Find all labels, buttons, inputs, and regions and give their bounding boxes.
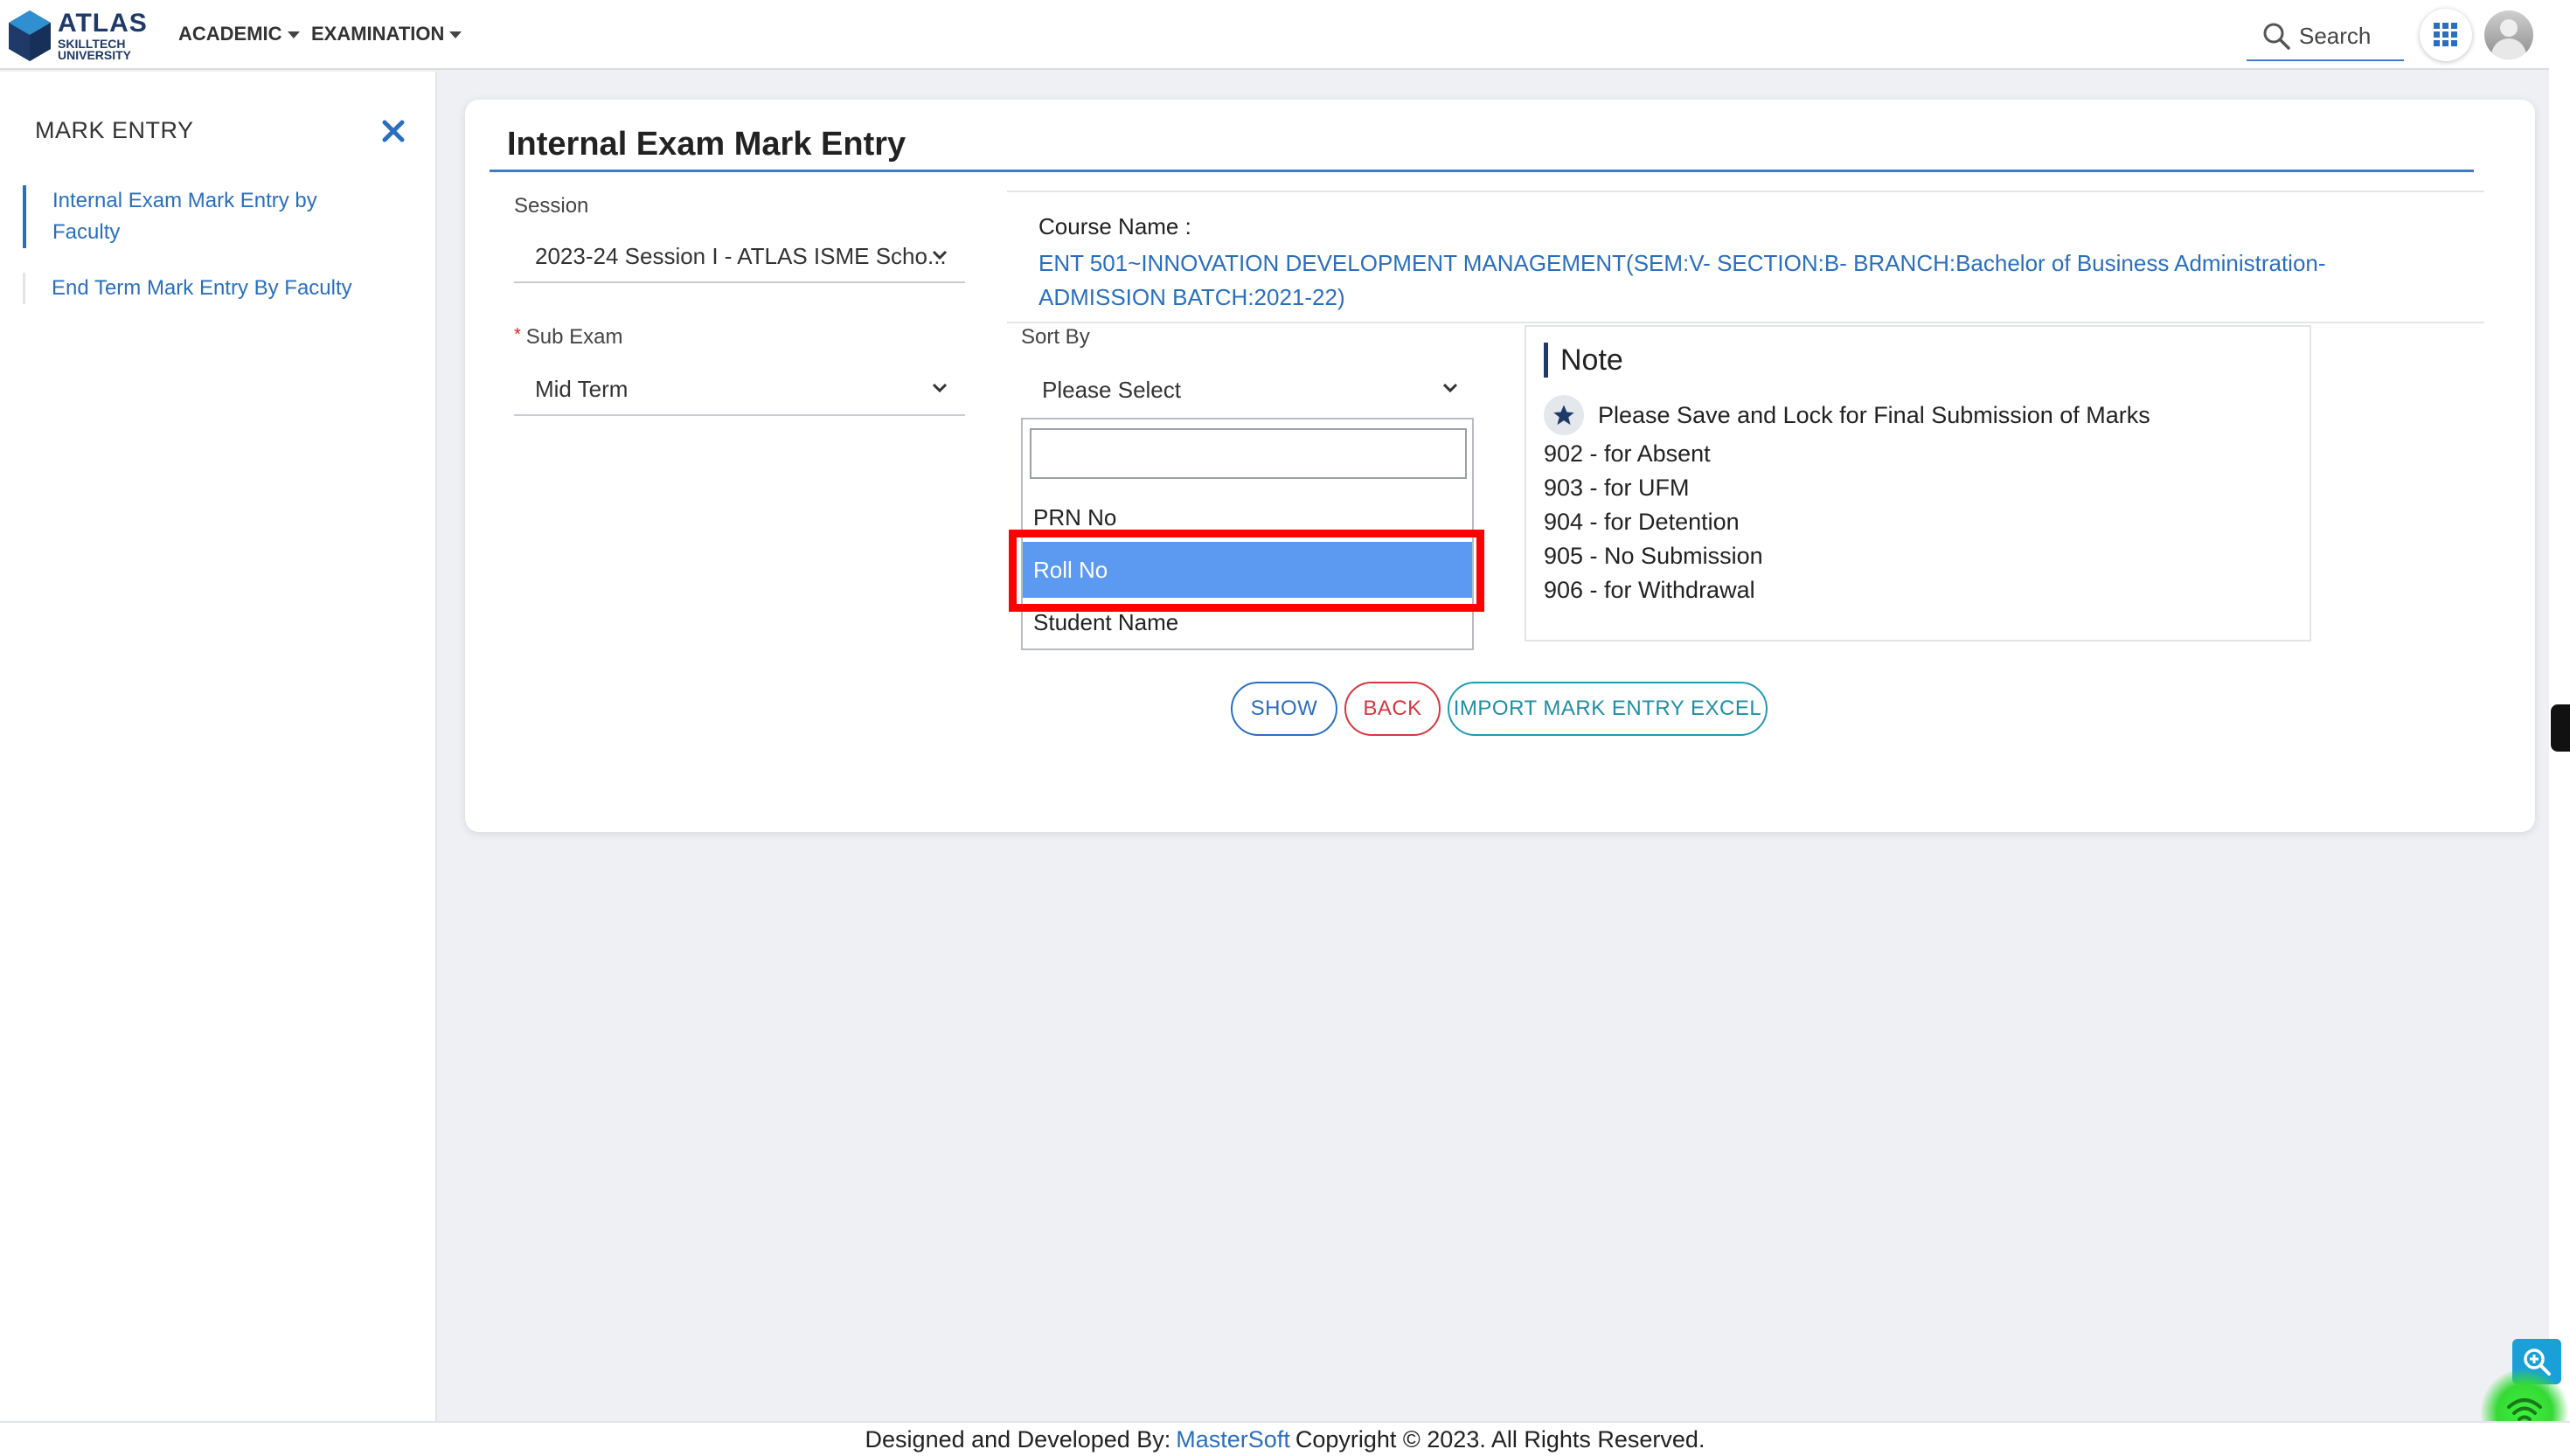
logo-subtitle-line2: UNIVERSITY xyxy=(58,48,132,62)
footer: Designed and Developed By: MasterSoft Co… xyxy=(0,1421,2570,1456)
mastersoft-link[interactable]: MasterSoft xyxy=(1176,1426,1290,1453)
note-line: 904 - for Detention xyxy=(1544,509,1740,535)
note-panel: Note Please Save and Lock for Final Subm… xyxy=(1525,325,2311,641)
apps-grid-icon xyxy=(2434,23,2457,46)
nav-academic-label: ACADEMIC xyxy=(178,23,282,45)
search-label: Search xyxy=(2299,22,2372,49)
search-icon xyxy=(2263,23,2290,50)
search-box[interactable]: Search xyxy=(2247,12,2404,61)
star-icon xyxy=(1553,405,1574,426)
mark-entry-card: Internal Exam Mark Entry Session 2023-24… xyxy=(465,100,2535,832)
chevron-down-icon xyxy=(932,250,948,260)
caret-down-icon xyxy=(287,31,300,38)
import-mark-entry-excel-button[interactable]: IMPORT MARK ENTRY EXCEL xyxy=(1448,682,1768,736)
caret-down-icon xyxy=(449,31,462,38)
course-label: Course Name : xyxy=(1038,213,1191,239)
sub-exam-label-text: Sub Exam xyxy=(525,325,623,349)
sidebar-item-end-term[interactable]: End Term Mark Entry By Faculty xyxy=(23,273,390,304)
course-info: Course Name : ENT 501~INNOVATION DEVELOP… xyxy=(1007,191,2484,323)
sidebar-item-label: Internal Exam Mark Entry by Faculty xyxy=(52,189,317,244)
session-select[interactable]: 2023-24 Session I - ATLAS ISME Scho... xyxy=(514,231,965,283)
chevron-down-icon xyxy=(1442,383,1458,393)
sub-exam-label: * Sub Exam xyxy=(514,325,623,350)
side-drawer-handle[interactable] xyxy=(2551,704,2570,752)
sub-exam-select[interactable]: Mid Term xyxy=(514,364,965,416)
course-name: ENT 501~INNOVATION DEVELOPMENT MANAGEMEN… xyxy=(1038,250,2326,310)
atlas-logo[interactable]: ATLAS SKILLTECH UNIVERSITY xyxy=(7,7,147,65)
sidebar-item-internal-exam[interactable]: Internal Exam Mark Entry by Faculty xyxy=(23,185,390,248)
user-avatar[interactable] xyxy=(2484,10,2533,59)
avatar-body xyxy=(2491,38,2526,59)
sort-by-select[interactable]: Please Select xyxy=(1021,364,1476,416)
required-mark: * xyxy=(514,325,521,344)
show-button[interactable]: SHOW xyxy=(1231,682,1337,736)
logo-title: ATLAS xyxy=(58,9,148,38)
page-title: Internal Exam Mark Entry xyxy=(507,126,906,163)
note-line: 906 - for Withdrawal xyxy=(1544,577,1755,603)
nav-examination-label: EXAMINATION xyxy=(311,23,445,45)
option-roll-no[interactable]: Roll No xyxy=(1023,542,1472,598)
sort-by-dropdown: PRN No Roll No Student Name xyxy=(1021,418,1474,650)
nav-examination[interactable]: EXAMINATION xyxy=(311,23,462,45)
session-value: 2023-24 Session I - ATLAS ISME Scho... xyxy=(535,242,947,269)
sort-by-label: Sort By xyxy=(1021,325,1090,349)
sort-by-value: Please Select xyxy=(1042,376,1181,403)
title-divider xyxy=(490,170,2474,172)
sub-exam-value: Mid Term xyxy=(535,375,629,402)
sidebar: MARK ENTRY Internal Exam Mark Entry by F… xyxy=(0,72,437,1421)
sidebar-title: MARK ENTRY xyxy=(35,117,194,143)
note-title: Note xyxy=(1544,343,1623,378)
apps-grid-button[interactable] xyxy=(2420,9,2472,61)
chevron-down-icon xyxy=(932,383,948,393)
sidebar-item-label: End Term Mark Entry By Faculty xyxy=(52,276,352,300)
option-prn-no[interactable]: PRN No xyxy=(1023,489,1472,545)
avatar-head xyxy=(2500,19,2518,37)
option-student-name[interactable]: Student Name xyxy=(1023,598,1472,647)
note-important-text: Please Save and Lock for Final Submissio… xyxy=(1598,402,2150,428)
footer-prefix: Designed and Developed By: xyxy=(865,1425,1171,1453)
atlas-logo-mark-icon xyxy=(9,10,51,61)
dropdown-search-input[interactable] xyxy=(1030,428,1467,479)
back-button[interactable]: BACK xyxy=(1344,682,1441,736)
session-label: Session xyxy=(514,194,589,218)
logo-subtitle: SKILLTECH UNIVERSITY xyxy=(58,38,131,61)
note-line: 903 - for UFM xyxy=(1544,475,1690,501)
note-line: 905 - No Submission xyxy=(1544,543,1763,569)
note-line: 902 - for Absent xyxy=(1544,440,1711,467)
nav-academic[interactable]: ACADEMIC xyxy=(178,23,300,45)
note-star-badge xyxy=(1544,395,1584,435)
top-bar: ATLAS SKILLTECH UNIVERSITY ACADEMIC EXAM… xyxy=(0,0,2570,70)
footer-copyright: Copyright © 2023. All Rights Reserved. xyxy=(1295,1425,1705,1453)
close-icon[interactable] xyxy=(379,117,407,145)
